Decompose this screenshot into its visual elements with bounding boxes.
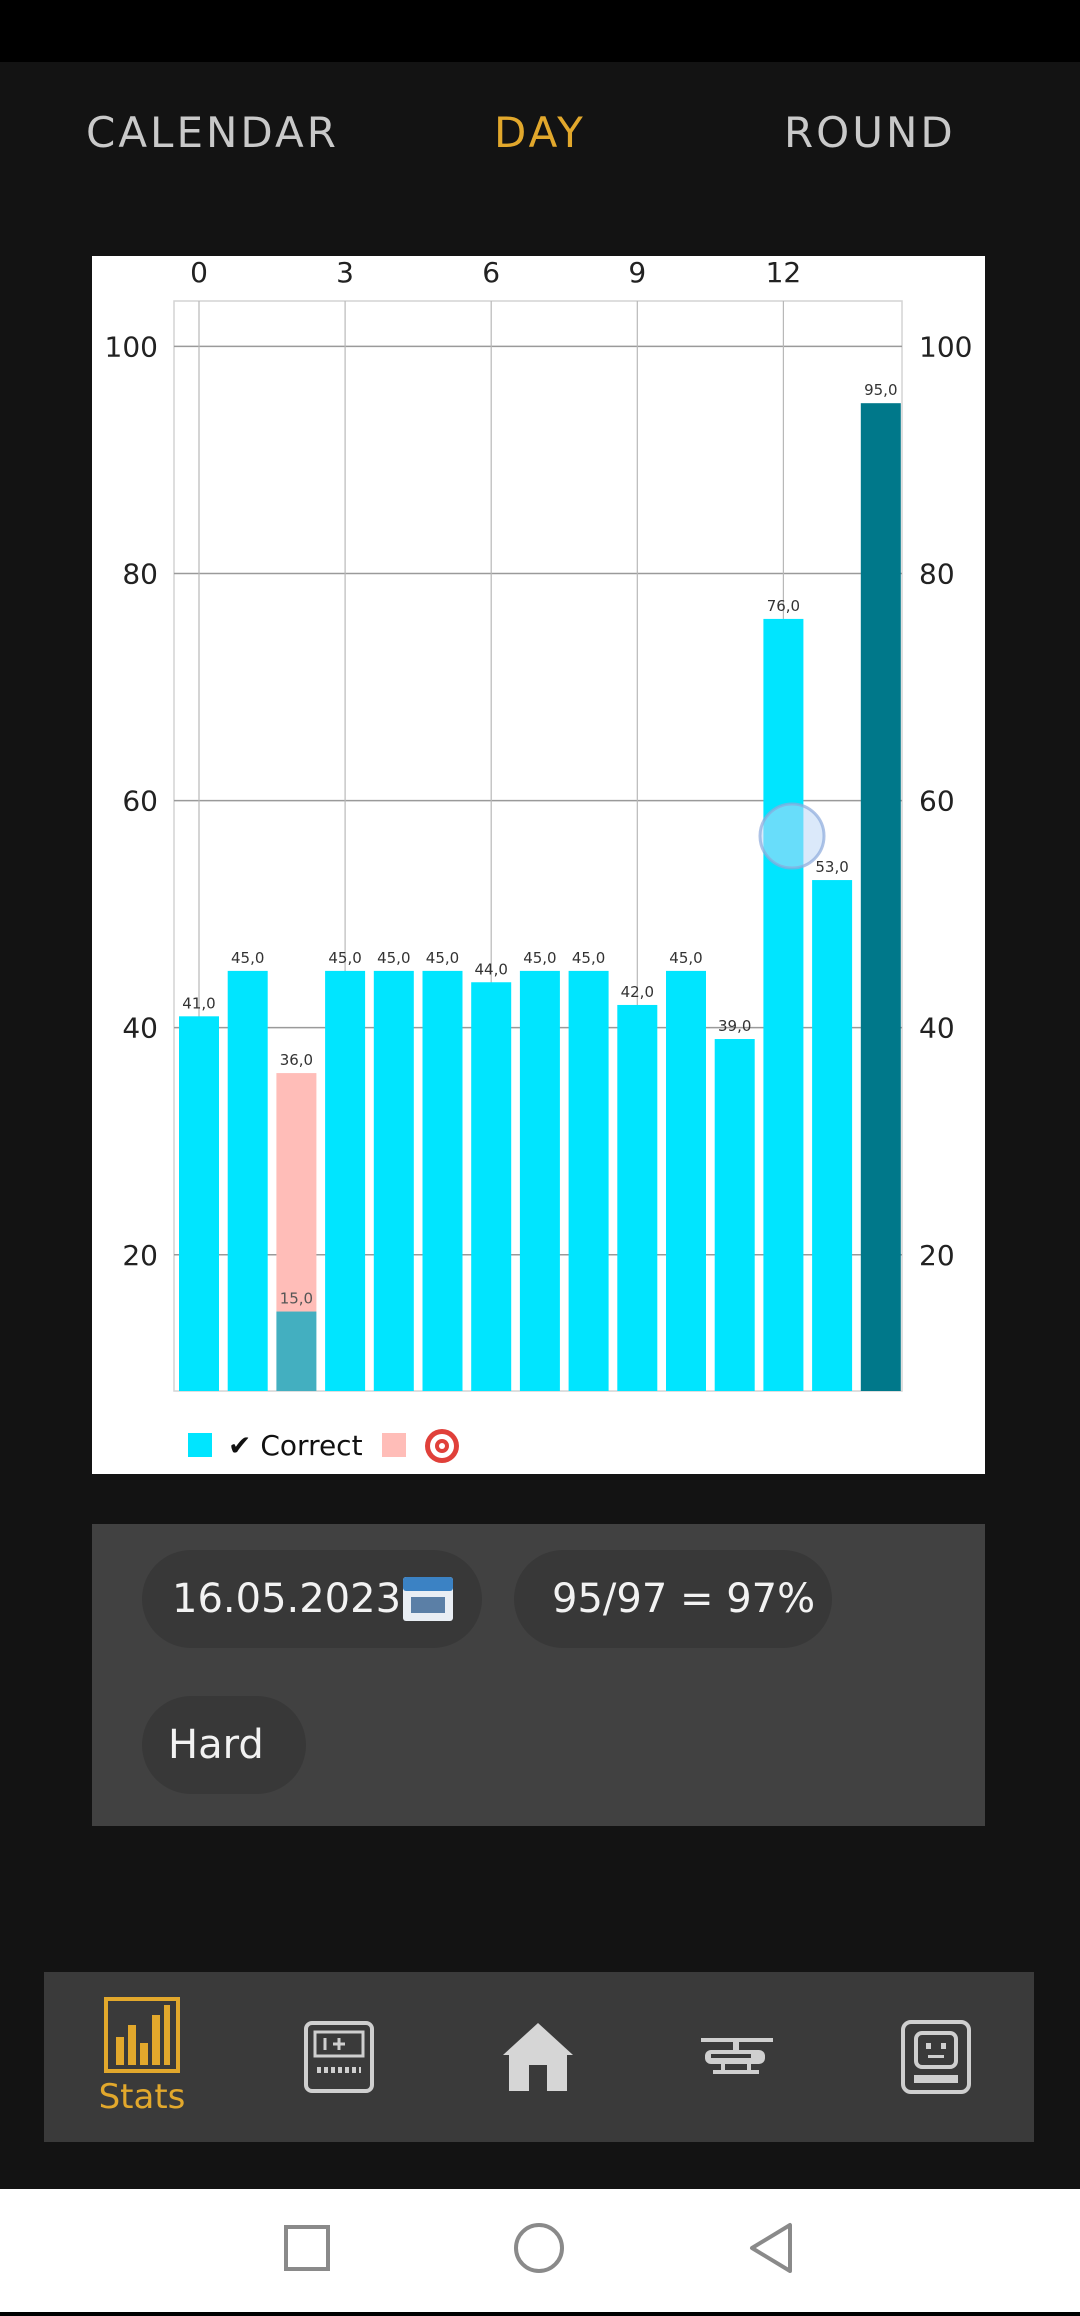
helicopter-icon xyxy=(701,2038,773,2074)
bar-correct xyxy=(227,970,268,1391)
x-tick-label: 12 xyxy=(766,256,802,289)
tab-calendar[interactable]: CALENDAR xyxy=(86,108,339,157)
back-button[interactable] xyxy=(750,2223,792,2273)
score-value: 95/97 = 97% xyxy=(552,1576,816,1622)
bar-data-label: 45,0 xyxy=(523,949,556,967)
nav-calculator[interactable] xyxy=(269,1972,409,2142)
difficulty-chip[interactable]: Hard xyxy=(142,1696,306,1794)
target-icon xyxy=(425,1429,459,1463)
bar-data-label: 76,0 xyxy=(767,597,800,615)
y-tick-label-right: 100 xyxy=(919,330,972,363)
bar-chart[interactable]: 20 20 40 40 60 60 80 80 100 100 0 3 6 9 12 41,0 45,0 36,0… xyxy=(92,256,985,1474)
chart-card[interactable]: 20 20 40 40 60 60 80 80 100 100 0 3 6 9 12 41,0 45,0 36,0… xyxy=(92,256,985,1474)
x-tick-label: 0 xyxy=(190,256,208,289)
robot-face-icon xyxy=(901,2020,971,2094)
stats-icon xyxy=(104,1997,180,2073)
tab-day[interactable]: DAY xyxy=(494,108,586,157)
y-tick-label-right: 60 xyxy=(919,785,955,818)
y-tick-label-left: 20 xyxy=(122,1239,158,1272)
nav-stats[interactable]: Stats xyxy=(72,1972,212,2142)
bar-correct xyxy=(276,1311,317,1391)
y-tick-label-right: 40 xyxy=(919,1012,955,1045)
bar-inner-label: 15,0 xyxy=(280,1290,313,1308)
bar-correct xyxy=(325,970,366,1391)
bar-data-label: 53,0 xyxy=(815,858,848,876)
y-tick-label-right: 20 xyxy=(919,1239,955,1272)
nav-profile[interactable] xyxy=(866,1972,1006,2142)
touch-indicator xyxy=(758,802,826,870)
bar-data-label: 45,0 xyxy=(426,949,459,967)
nav-stats-label: Stats xyxy=(98,2077,186,2117)
y-tick-label-right: 80 xyxy=(919,558,955,591)
calculator-icon xyxy=(304,2021,374,2093)
bottom-navigation: Stats xyxy=(44,1972,1034,2142)
difficulty-value: Hard xyxy=(168,1722,264,1768)
score-chip[interactable]: 95/97 = 97% xyxy=(514,1550,832,1648)
bar-correct xyxy=(179,1016,219,1391)
bar-data-label: 44,0 xyxy=(474,960,507,978)
legend-swatch-target xyxy=(382,1433,406,1457)
recents-button[interactable] xyxy=(284,2225,330,2271)
nav-helicopter[interactable] xyxy=(667,1972,807,2142)
y-tick-label-left: 80 xyxy=(122,558,158,591)
home-button[interactable] xyxy=(514,2223,564,2273)
calendar-icon xyxy=(403,1577,454,1621)
x-tick-label: 3 xyxy=(336,256,354,289)
bar-data-label: 45,0 xyxy=(377,949,410,967)
bar-correct xyxy=(519,970,560,1391)
bar-correct xyxy=(666,970,706,1391)
legend-label-correct: ✔ Correct xyxy=(228,1429,363,1462)
legend-swatch-correct xyxy=(188,1433,212,1457)
bar-correct xyxy=(568,970,609,1391)
bar-data-label: 42,0 xyxy=(621,983,654,1001)
y-tick-label-left: 100 xyxy=(105,330,158,363)
bar-data-label: 41,0 xyxy=(182,994,215,1012)
bar-correct xyxy=(860,403,901,1391)
bar-correct xyxy=(714,1039,755,1391)
info-panel: 16.05.2023 95/97 = 97% Hard xyxy=(92,1524,985,1826)
nav-home[interactable] xyxy=(468,1972,608,2142)
date-value: 16.05.2023 xyxy=(172,1576,402,1622)
bar-data-label: 45,0 xyxy=(231,949,264,967)
y-tick-label-left: 60 xyxy=(122,785,158,818)
tab-round[interactable]: ROUND xyxy=(784,108,956,157)
x-tick-label: 9 xyxy=(628,256,646,289)
bar-correct xyxy=(422,970,463,1391)
y-tick-label-left: 40 xyxy=(122,1012,158,1045)
x-tick-label: 6 xyxy=(482,256,500,289)
bar-data-label: 45,0 xyxy=(669,949,702,967)
bar-data-label: 45,0 xyxy=(328,949,361,967)
bar-correct xyxy=(812,880,853,1391)
bar-target xyxy=(276,1073,317,1312)
system-navigation-bar xyxy=(0,2189,1080,2312)
home-icon xyxy=(503,2023,573,2091)
bar-correct xyxy=(617,1004,658,1391)
bar-data-label: 95,0 xyxy=(864,381,897,399)
date-chip[interactable]: 16.05.2023 xyxy=(142,1550,482,1648)
bar-correct xyxy=(471,982,512,1391)
bar-data-label: 36,0 xyxy=(280,1051,313,1069)
bar-correct xyxy=(373,970,414,1391)
bar-data-label: 45,0 xyxy=(572,949,605,967)
bar-data-label: 39,0 xyxy=(718,1017,751,1035)
bar-correct xyxy=(763,618,804,1391)
